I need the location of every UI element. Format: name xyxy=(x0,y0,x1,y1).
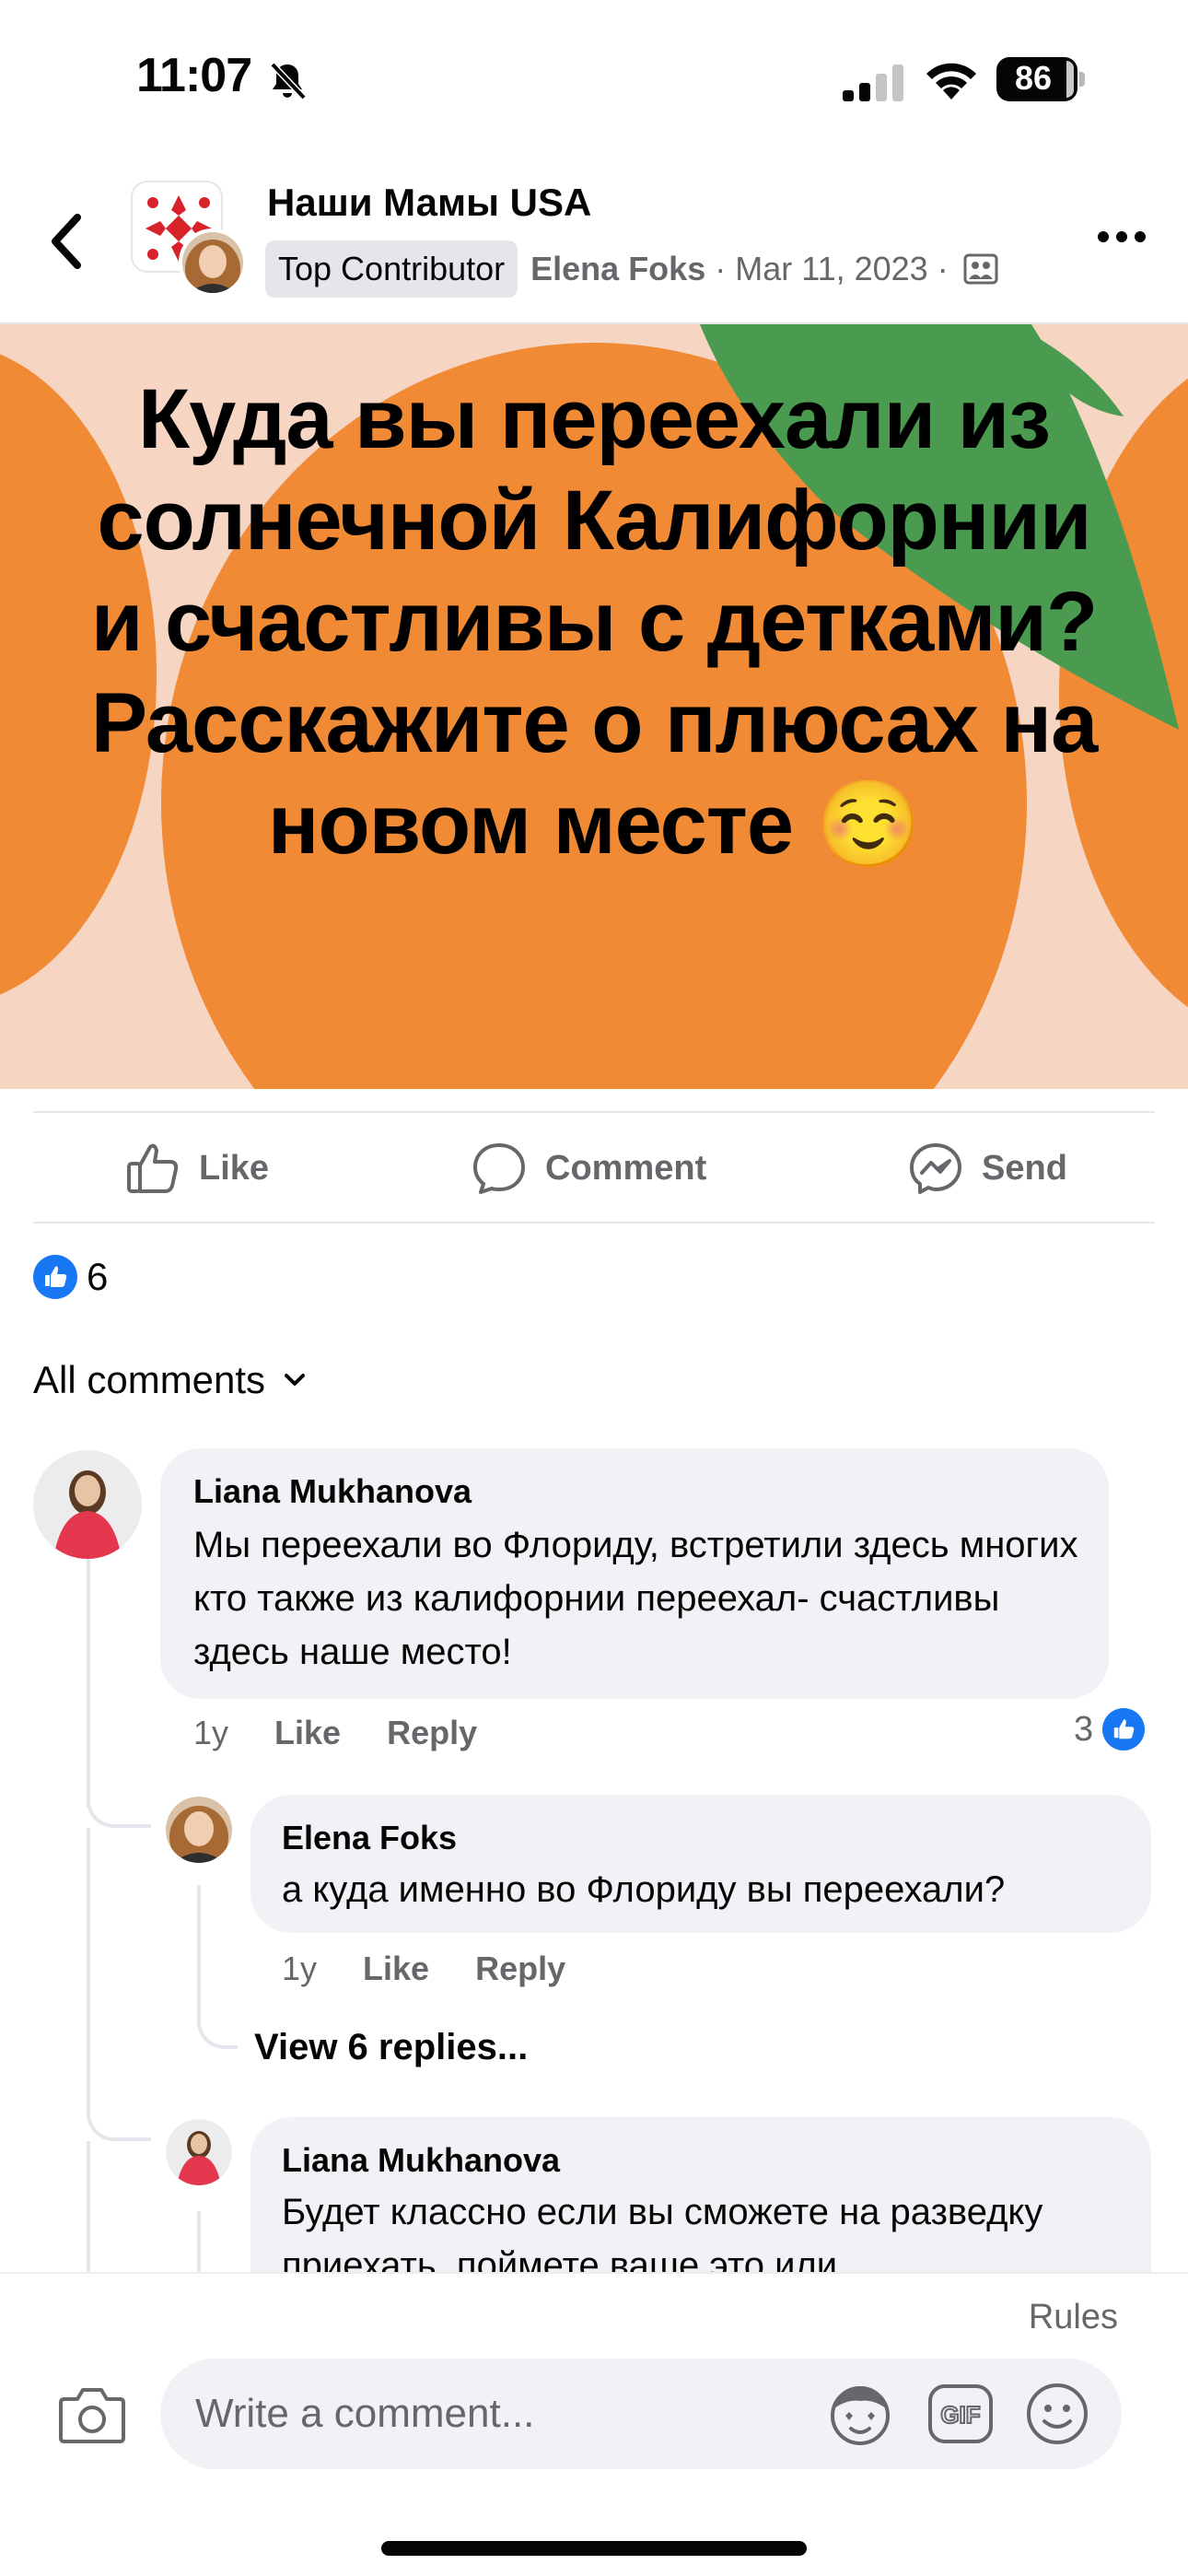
commenter-avatar[interactable] xyxy=(166,1797,232,1863)
camera-icon[interactable] xyxy=(57,2383,127,2447)
avatar-sticker-icon[interactable] xyxy=(825,2381,895,2447)
post-image-text: Куда вы переехали из солнечной Калифорни… xyxy=(90,372,1098,872)
messenger-icon xyxy=(910,1143,961,1194)
wifi-icon xyxy=(926,63,976,100)
send-button[interactable]: Send xyxy=(908,1141,1067,1196)
rules-link[interactable]: Rules xyxy=(1029,2298,1118,2337)
meta-separator: · xyxy=(715,250,727,287)
comments-filter-label: All comments xyxy=(33,1358,266,1401)
thread-connector xyxy=(87,1787,151,1828)
like-reaction-icon xyxy=(33,1255,77,1299)
comment-button[interactable]: Comment xyxy=(472,1141,706,1196)
thread-line xyxy=(87,2141,90,2279)
comment-meta: 1y Like Reply xyxy=(193,1714,523,1752)
comment-label: Comment xyxy=(545,1148,707,1188)
post-image[interactable]: Куда вы переехали из солнечной Калифорни… xyxy=(0,324,1188,1089)
post-meta: Top Contributor Elena Foks · Mar 11, 202… xyxy=(265,240,998,298)
author-avatar-small xyxy=(179,228,247,297)
comment-like-button[interactable]: Like xyxy=(274,1714,341,1752)
post-date[interactable]: Mar 11, 2023 xyxy=(735,250,927,288)
thread-line xyxy=(197,1885,201,2005)
comment-author[interactable]: Liana Mukhanova xyxy=(282,2141,560,2180)
send-label: Send xyxy=(982,1148,1067,1188)
comment-input[interactable] xyxy=(195,2384,803,2443)
group-name[interactable]: Наши Мамы USA xyxy=(267,181,591,225)
comment-reply-button[interactable]: Reply xyxy=(387,1714,477,1752)
post-header: Наши Мамы USA Top Contributor Elena Foks… xyxy=(0,157,1188,324)
comment-bubble-icon xyxy=(473,1143,525,1194)
post-action-bar: Like Comment Send xyxy=(33,1111,1155,1224)
emoji-icon[interactable] xyxy=(1024,2381,1090,2447)
comment-reaction-summary[interactable]: 3 xyxy=(1074,1708,1146,1751)
thread-line xyxy=(87,1559,90,1808)
battery-indicator: 86 xyxy=(996,57,1085,101)
comment-like-button[interactable]: Like xyxy=(363,1950,429,1988)
thumbs-up-icon xyxy=(127,1143,179,1193)
view-replies-link[interactable]: View 6 replies... xyxy=(254,2027,528,2068)
bell-off-icon xyxy=(270,62,307,100)
back-chevron-icon[interactable] xyxy=(37,205,96,278)
status-bar: 11:07 86 xyxy=(0,0,1188,157)
commenter-avatar[interactable] xyxy=(33,1450,142,1559)
battery-percent: 86 xyxy=(1014,59,1053,97)
gif-icon[interactable]: GIF xyxy=(926,2383,995,2445)
reaction-summary[interactable]: 6 xyxy=(33,1253,108,1301)
comment-text: а куда именно во Флориду вы переехали? xyxy=(282,1869,1006,1910)
comment-author[interactable]: Liana Mukhanova xyxy=(193,1472,472,1511)
comment-meta: 1y Like Reply xyxy=(282,1950,611,1988)
thread-connector xyxy=(87,2101,151,2141)
comment-time: 1y xyxy=(282,1950,318,1987)
cellular-signal-icon xyxy=(843,64,903,101)
like-button[interactable]: Like xyxy=(125,1141,269,1196)
comments-filter-dropdown[interactable]: All comments xyxy=(33,1358,308,1402)
comment-reaction-count: 3 xyxy=(1074,1709,1094,1749)
comment-text: Мы переехали во Флориду, встретили здесь… xyxy=(193,1525,1078,1672)
comment-composer: Rules GIF xyxy=(0,2272,1188,2576)
like-reaction-icon xyxy=(1102,1708,1146,1751)
like-label: Like xyxy=(199,1148,270,1188)
svg-text:GIF: GIF xyxy=(940,2401,980,2429)
chevron-down-icon xyxy=(285,1374,306,1386)
post-author[interactable]: Elena Foks xyxy=(530,250,705,288)
comment-reply-button[interactable]: Reply xyxy=(475,1950,565,1988)
comment-time: 1y xyxy=(193,1714,229,1751)
group-audience-icon xyxy=(963,253,998,285)
group-avatar[interactable] xyxy=(131,181,247,297)
comment-author[interactable]: Elena Foks xyxy=(282,1819,457,1857)
reaction-count: 6 xyxy=(87,1255,109,1298)
top-contributor-badge: Top Contributor xyxy=(265,240,518,298)
thread-line xyxy=(87,1828,90,2104)
comment-input-pill[interactable]: GIF xyxy=(160,2359,1122,2469)
status-time: 11:07 xyxy=(136,49,252,102)
commenter-avatar[interactable] xyxy=(166,2119,232,2185)
meta-separator: · xyxy=(937,250,949,287)
more-options-icon[interactable] xyxy=(1096,223,1147,251)
home-indicator[interactable] xyxy=(381,2541,807,2556)
thread-connector xyxy=(197,1999,238,2049)
